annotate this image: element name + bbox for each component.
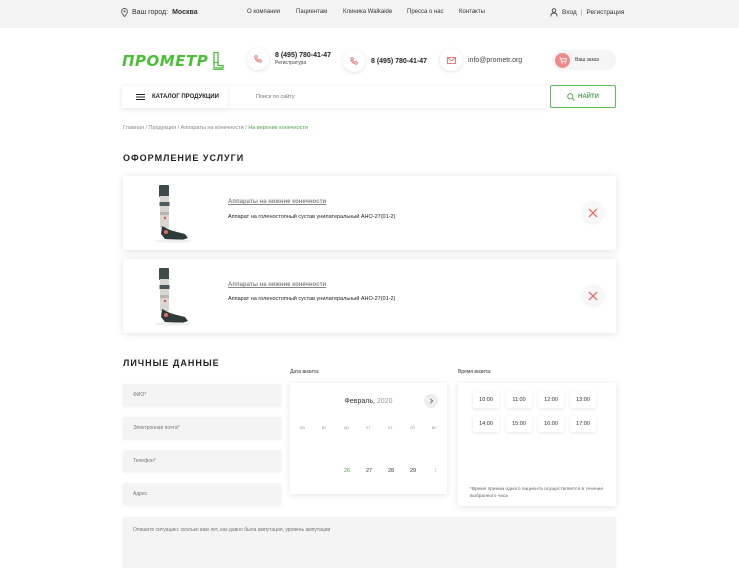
search-icon: [567, 92, 575, 101]
city-selector[interactable]: Ваш город: Москва: [121, 8, 198, 17]
search-button-label: НАЙТИ: [578, 93, 599, 100]
weekday-label: пт: [388, 425, 393, 430]
order-item-description: Аппарат на голеностопный сустав унилатер…: [228, 296, 396, 302]
breadcrumb-separator: /: [145, 125, 147, 131]
logo-text: ПРОМЕТР: [122, 52, 209, 70]
next-month-button[interactable]: [424, 394, 438, 408]
cart-icon-wrap: [555, 52, 570, 68]
remove-item-button[interactable]: [581, 201, 605, 225]
time-slot[interactable]: 16:00: [538, 416, 564, 432]
mail-icon: [446, 56, 456, 64]
cart-label: Ваш заказ: [575, 57, 599, 63]
time-slot[interactable]: 15:00: [506, 416, 532, 432]
time-slot[interactable]: 14:00: [473, 416, 499, 432]
weekday-label: пн: [300, 425, 305, 430]
full-name-field[interactable]: [123, 384, 281, 406]
breadcrumb: Главная / Продукция / Аппараты на конечн…: [123, 125, 308, 131]
ankle-brace-image: [155, 268, 191, 326]
phone-main-number[interactable]: 8 (495) 780-41-47: [371, 58, 427, 65]
nav-link-about[interactable]: О компании: [247, 9, 280, 15]
nav-link-patients[interactable]: Пациентам: [296, 9, 327, 15]
calendar-year: 2020: [376, 398, 393, 405]
phone-icon: [254, 55, 262, 63]
time-slot[interactable]: 17:00: [570, 416, 596, 432]
phone-icon: [350, 57, 358, 65]
user-icon: [550, 8, 558, 17]
calendar-day[interactable]: 27: [366, 468, 372, 474]
cart-icon: [558, 56, 567, 64]
time-slot[interactable]: 10:00: [473, 392, 499, 408]
time-note: *Время приема одного пациента осуществля…: [470, 487, 604, 499]
close-icon: [588, 208, 598, 218]
time-slot[interactable]: 13:00: [570, 392, 596, 408]
nav-link-walkaide[interactable]: Клиника Walkaide: [343, 9, 392, 15]
phone-icon-wrap: [247, 48, 269, 70]
chevron-right-icon: [429, 398, 433, 404]
breadcrumb-separator: /: [177, 125, 180, 131]
calendar-month: Февраль,: [344, 398, 375, 405]
breadcrumb-current: На верхние конечности: [248, 125, 308, 131]
phone-registry-caption: Регистратура: [275, 60, 307, 66]
catalog-menu-button[interactable]: КАТАЛОГ ПРОДУКЦИИ: [122, 86, 230, 108]
personal-section-title: ЛИЧНЫЕ ДАННЫЕ: [123, 358, 220, 368]
login-link[interactable]: Вход: [562, 9, 577, 16]
register-link[interactable]: Регистрация: [586, 9, 624, 16]
catalog-label: КАТАЛОГ ПРОДУКЦИИ: [152, 94, 219, 100]
email-field[interactable]: [123, 417, 281, 439]
site-logo[interactable]: ПРОМЕТР: [122, 52, 224, 70]
calendar-day[interactable]: 28: [388, 468, 394, 474]
order-item-description: Аппарат на голеностопный сустав унилатер…: [228, 214, 396, 220]
order-item-category-link[interactable]: Аппараты на нижние конечности: [228, 282, 326, 288]
order-item-category-link[interactable]: Аппараты на нижние конечности: [228, 199, 326, 205]
phone-field[interactable]: [123, 450, 281, 472]
calendar-day-disabled: 1: [434, 468, 438, 474]
order-item-card: Аппараты на нижние конечности Аппарат на…: [123, 176, 616, 250]
auth-separator: |: [580, 9, 583, 16]
order-item-card: Аппараты на нижние конечности Аппарат на…: [123, 259, 616, 333]
breadcrumb-home[interactable]: Главная: [123, 125, 144, 131]
auth-links: Вход | Регистрация: [550, 8, 624, 17]
weekday-label: ср: [344, 425, 349, 430]
remove-item-button[interactable]: [581, 284, 605, 308]
hamburger-icon: [136, 94, 145, 100]
top-bar: Ваш город: Москва О компании Пациентам К…: [0, 0, 739, 28]
email-contact[interactable]: info@prometr.org: [440, 49, 522, 71]
mail-icon-wrap: [440, 49, 462, 71]
city-label: Ваш город:: [132, 9, 169, 16]
time-picker: 10:00 11:00 12:00 13:00 14:00 15:00 16:0…: [458, 383, 616, 506]
time-slot[interactable]: 12:00: [538, 392, 564, 408]
breadcrumb-separator: /: [245, 125, 247, 131]
visit-date-label: Дата визита:: [290, 369, 320, 375]
breadcrumb-products[interactable]: Продукция: [149, 125, 177, 131]
address-field[interactable]: [123, 483, 281, 505]
date-picker: Февраль, 2020 пн вт ср чт пт сб вс 26 27…: [290, 383, 447, 494]
nav-link-contacts[interactable]: Контакты: [459, 9, 485, 15]
visit-time-label: Время визита:: [458, 369, 492, 375]
calendar-day[interactable]: 29: [410, 468, 416, 474]
location-pin-icon: [121, 8, 128, 17]
cart-button[interactable]: Ваш заказ: [552, 50, 616, 70]
weekday-label: вт: [322, 425, 327, 430]
phone-registry-number[interactable]: 8 (495) 780-41-47: [275, 52, 331, 59]
search-button[interactable]: НАЙТИ: [550, 85, 616, 108]
situation-textarea[interactable]: [123, 517, 616, 568]
search-input[interactable]: [230, 86, 550, 108]
city-value[interactable]: Москва: [172, 9, 198, 16]
close-icon: [588, 291, 598, 301]
phone-registry[interactable]: 8 (495) 780-41-47 Регистратура: [247, 48, 331, 70]
time-slot[interactable]: 11:00: [506, 392, 532, 408]
leg-logo-icon: [213, 52, 224, 70]
order-section-title: ОФОРМЛЕНИЕ УСЛУГИ: [123, 153, 245, 163]
weekday-label: чт: [366, 425, 371, 430]
email-address[interactable]: info@prometr.org: [468, 57, 522, 64]
phone-main[interactable]: 8 (495) 780-41-47: [343, 50, 427, 72]
phone-icon-wrap: [343, 50, 365, 72]
breadcrumb-limb-devices[interactable]: Аппараты на конечности: [181, 125, 244, 131]
ankle-brace-image: [155, 185, 191, 243]
calendar-day-selected[interactable]: 26: [344, 468, 350, 474]
weekday-label: сб: [410, 425, 415, 430]
weekday-label: вс: [432, 425, 437, 430]
nav-link-press[interactable]: Пресса о нас: [407, 9, 444, 15]
